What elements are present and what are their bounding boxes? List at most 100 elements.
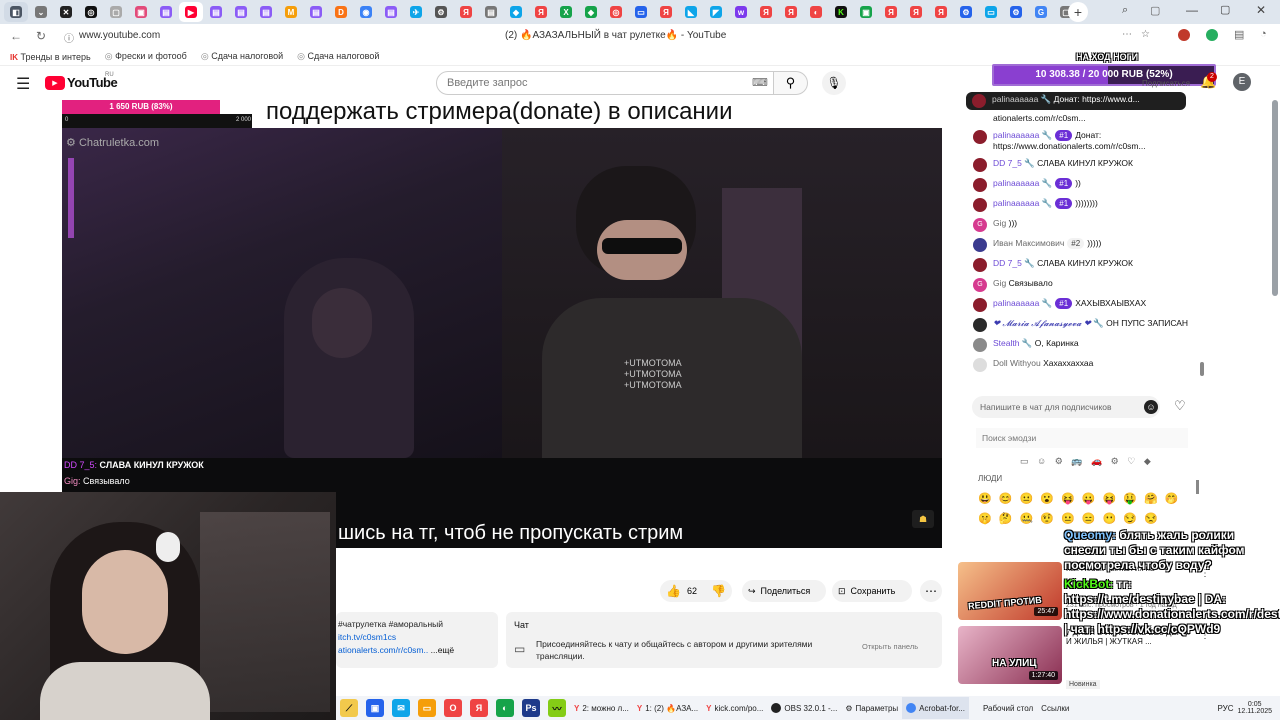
collections-icon[interactable]: ▢: [1150, 4, 1160, 17]
emoji-row-2[interactable]: 🤫 🤔 🤐 🤨 😐 😑 😶 😏 😒: [978, 512, 1160, 525]
more-options-icon[interactable]: ⋯: [1122, 29, 1132, 40]
yandex-icon[interactable]: Я: [470, 699, 488, 717]
taskbar-icon-9[interactable]: 〰: [548, 699, 566, 717]
opera-icon[interactable]: O: [444, 699, 462, 717]
chat-scrollbar[interactable]: [1200, 362, 1204, 376]
url-text[interactable]: www.youtube.com: [79, 30, 160, 41]
maximize-icon[interactable]: ▢: [1220, 3, 1230, 16]
sidebar-icon[interactable]: ▤: [1234, 28, 1244, 41]
emoji-scrollbar[interactable]: [1196, 480, 1199, 494]
tab-favicon-33[interactable]: ◐: [804, 2, 828, 22]
tab-favicon-36[interactable]: Я: [879, 2, 903, 22]
tab-favicon-29[interactable]: ◤: [704, 2, 728, 22]
tab-favicon-39[interactable]: ⚙: [954, 2, 978, 22]
chat-input[interactable]: Напишите в чат для подписчиков: [972, 396, 1160, 418]
tab-favicon-6[interactable]: ▣: [129, 2, 153, 22]
tab-favicon-1[interactable]: ◧: [4, 2, 28, 22]
tab-favicon-21[interactable]: ◆: [504, 2, 528, 22]
tab-favicon-19[interactable]: Я: [454, 2, 478, 22]
mic-icon[interactable]: 🎙: [822, 71, 846, 95]
dislike-icon[interactable]: 👎: [711, 584, 726, 598]
minimize-icon[interactable]: —: [1186, 3, 1198, 17]
reload-icon[interactable]: ↻: [36, 29, 46, 43]
more-actions-icon[interactable]: ⋯: [920, 580, 942, 602]
tab-favicon-32[interactable]: Я: [779, 2, 803, 22]
heart-icon[interactable]: ♡: [1174, 398, 1186, 414]
tab-favicon-7[interactable]: ▤: [154, 2, 178, 22]
pinned-message[interactable]: palinaaaaaa 🔧 Донат: https://www.d...: [966, 92, 1186, 110]
tab-favicon-3[interactable]: ✕: [54, 2, 78, 22]
description-link-2[interactable]: ationalerts.com/r/c0sm..: [338, 645, 428, 655]
tab-favicon-4[interactable]: ◎: [79, 2, 103, 22]
tray-clock[interactable]: 0:05 12.11.2025: [1237, 701, 1280, 715]
open-panel-button[interactable]: Открыть панель: [862, 642, 918, 651]
tab-favicon-13[interactable]: ▤: [304, 2, 328, 22]
taskbar-folder-icon[interactable]: ▭: [418, 699, 436, 717]
taskbar-app-obs[interactable]: OBS 32.0.1 -...: [767, 697, 841, 719]
tab-favicon-37[interactable]: Я: [904, 2, 928, 22]
tab-favicon-28[interactable]: ◣: [679, 2, 703, 22]
site-info-icon[interactable]: ⓘ: [64, 30, 74, 45]
youtube-logo-icon[interactable]: ▶: [45, 76, 65, 90]
tab-favicon-35[interactable]: ▣: [854, 2, 878, 22]
bookmark-star-icon[interactable]: ☆: [1141, 29, 1150, 40]
tray-lang[interactable]: РУС: [1213, 697, 1237, 719]
tab-favicon-23[interactable]: X: [554, 2, 578, 22]
tab-favicon-41[interactable]: ⚙: [1004, 2, 1028, 22]
tab-favicon-38[interactable]: Я: [929, 2, 953, 22]
related-thumbnail-2[interactable]: НА УЛИЦ 1:27:40: [958, 626, 1062, 684]
taskbar-desktop[interactable]: Рабочий стол: [979, 697, 1037, 719]
photoshop-icon[interactable]: Ps: [522, 699, 540, 717]
tab-favicon-14[interactable]: D: [329, 2, 353, 22]
tab-favicon-5[interactable]: ▢: [104, 2, 128, 22]
taskbar-icon-1[interactable]: ⟋: [340, 699, 358, 717]
taskbar-app-1[interactable]: Y 2: можно л...: [570, 697, 633, 719]
taskbar-app-settings[interactable]: ⚙ Параметры: [841, 697, 902, 719]
tab-favicon-24[interactable]: ◆: [579, 2, 603, 22]
tab-favicon-18[interactable]: ⚙: [429, 2, 453, 22]
edge-icon[interactable]: ◐: [496, 699, 514, 717]
tab-favicon-15[interactable]: ◉: [354, 2, 378, 22]
tab-favicon-16[interactable]: ▤: [379, 2, 403, 22]
taskbar-app-2[interactable]: Y 1: (2) 🔥АЗА...: [633, 697, 702, 719]
bookmark-4[interactable]: ◎ Сдача налоговой: [297, 51, 379, 62]
related-thumbnail-1[interactable]: REDDIT ПРОТИВ 25:47: [958, 562, 1062, 620]
tab-favicon-10[interactable]: ▤: [229, 2, 253, 22]
tab-favicon-30[interactable]: w: [729, 2, 753, 22]
like-icon[interactable]: 👍: [666, 584, 681, 598]
video-player[interactable]: 1 650 RUB (83%) 0 2 000 поддержать стрим…: [62, 100, 942, 548]
profile-icon[interactable]: ◔: [1260, 28, 1267, 40]
tab-favicon-9[interactable]: ▤: [204, 2, 228, 22]
emoji-category-tabs[interactable]: ▭ ☺ ⚙ 🚌 🚗 ⚙ ♡ ◆: [1020, 456, 1154, 467]
description-card[interactable]: #чатрулетка #аморальный itch.tv/c0sm1cs …: [336, 612, 498, 668]
tab-favicon-26[interactable]: ▭: [629, 2, 653, 22]
avatar[interactable]: E: [1233, 73, 1251, 91]
tab-favicon-11[interactable]: ▤: [254, 2, 278, 22]
tab-favicon-42[interactable]: G: [1029, 2, 1053, 22]
description-link-1[interactable]: itch.tv/c0sm1cs: [338, 631, 496, 644]
new-tab-icon[interactable]: +: [1068, 2, 1088, 22]
back-icon[interactable]: ←: [10, 29, 22, 43]
taskbar-icon-2[interactable]: ▣: [366, 699, 384, 717]
menu-icon[interactable]: ☰: [16, 74, 30, 94]
tab-favicon-25[interactable]: ◎: [604, 2, 628, 22]
taskbar-app-chrome[interactable]: Acrobat-for...: [902, 697, 969, 719]
show-more-link[interactable]: ...ещё: [431, 645, 455, 655]
emoji-picker-icon[interactable]: ☺: [1144, 400, 1158, 414]
tab-search-icon[interactable]: ⌕: [1122, 4, 1128, 17]
taskbar-app-3[interactable]: Ykick.com/po...: [702, 697, 767, 719]
save-button[interactable]: ⊡ Сохранить: [832, 580, 912, 602]
tab-favicon-34[interactable]: K: [829, 2, 853, 22]
tab-favicon-22[interactable]: Я: [529, 2, 553, 22]
tab-favicon-27[interactable]: Я: [654, 2, 678, 22]
taskbar-links[interactable]: Ссылки: [1037, 697, 1073, 719]
subscribe-label[interactable]: Подписаться: [1142, 79, 1190, 88]
tab-favicon-31[interactable]: Я: [754, 2, 778, 22]
tab-favicon-17[interactable]: ✈: [404, 2, 428, 22]
bookmark-2[interactable]: ◎ Фрески и фотооб: [105, 51, 187, 62]
bookmark-1[interactable]: IK Тренды в интерь: [10, 52, 91, 62]
close-window-icon[interactable]: ✕: [1256, 3, 1266, 17]
tab-favicon-40[interactable]: ▭: [979, 2, 1003, 22]
tab-favicon-2[interactable]: ⌄: [29, 2, 53, 22]
page-scrollbar[interactable]: [1272, 100, 1278, 296]
